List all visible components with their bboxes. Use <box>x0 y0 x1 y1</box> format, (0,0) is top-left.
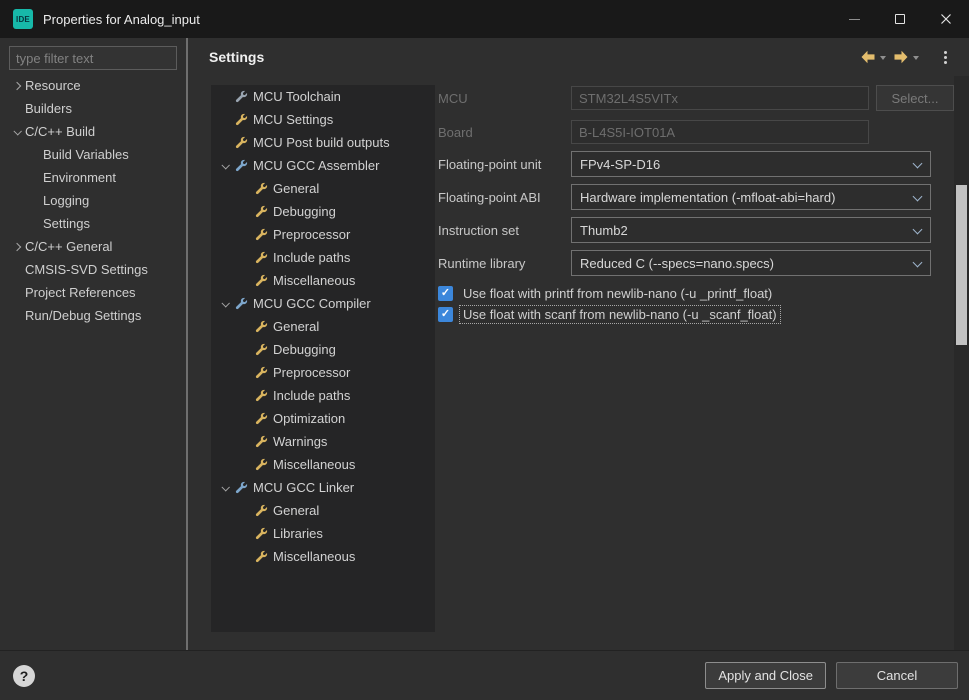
cancel-button[interactable]: Cancel <box>836 662 958 689</box>
dropdown-value: Thumb2 <box>580 223 628 238</box>
sidebar-tree-item[interactable]: C/C++ General <box>0 235 186 258</box>
expand-chevron-icon[interactable] <box>27 216 43 232</box>
filter-input[interactable] <box>9 46 177 70</box>
sidebar-item-label: Run/Debug Settings <box>25 308 141 323</box>
mcu-label: MCU <box>438 91 571 106</box>
expand-chevron-icon[interactable] <box>27 193 43 209</box>
title-bar: IDE Properties for Analog_input <box>0 0 969 38</box>
window-controls <box>831 0 969 38</box>
mcu-row: MCU Select... <box>438 85 954 111</box>
footer-bar: ? Apply and Close Cancel <box>0 650 969 700</box>
close-icon <box>940 13 952 25</box>
back-history-chevron-icon[interactable] <box>880 56 886 60</box>
dropdown-select[interactable]: Reduced C (--specs=nano.specs) <box>571 250 931 276</box>
board-label: Board <box>438 125 571 140</box>
form-row: Instruction set Thumb2 <box>438 217 931 243</box>
sidebar-item-label: Builders <box>25 101 72 116</box>
expand-chevron-icon[interactable] <box>9 285 25 301</box>
forward-history-chevron-icon[interactable] <box>913 56 919 60</box>
dropdown-select[interactable]: Thumb2 <box>571 217 931 243</box>
apply-and-close-button[interactable]: Apply and Close <box>705 662 826 689</box>
sidebar-tree-item[interactable]: Builders <box>0 97 186 120</box>
vertical-scrollbar[interactable] <box>954 76 969 650</box>
settings-page: Settings <box>188 38 969 650</box>
maximize-icon <box>895 14 905 24</box>
sidebar-tree-item[interactable]: C/C++ Build <box>0 120 186 143</box>
sidebar-item-label: Environment <box>43 170 116 185</box>
dropdown-select[interactable]: Hardware implementation (-mfloat-abi=har… <box>571 184 931 210</box>
sidebar-tree-item[interactable]: Environment <box>0 166 186 189</box>
expand-chevron-icon[interactable] <box>9 101 25 117</box>
checkbox-label: Use float with printf from newlib-nano (… <box>460 285 775 302</box>
sidebar-item-label: Resource <box>25 78 81 93</box>
form-row: Floating-point unit FPv4-SP-D16 <box>438 151 931 177</box>
dropdown-value: Hardware implementation (-mfloat-abi=har… <box>580 190 835 205</box>
expand-chevron-icon[interactable] <box>9 262 25 278</box>
checkbox[interactable] <box>438 307 453 322</box>
settings-header: Settings <box>188 38 969 76</box>
sidebar-item-label: Logging <box>43 193 89 208</box>
sidebar-item-label: Build Variables <box>43 147 129 162</box>
scrollbar-thumb[interactable] <box>956 185 967 345</box>
help-button[interactable]: ? <box>13 665 35 687</box>
sidebar-tree-item[interactable]: Build Variables <box>0 143 186 166</box>
settings-form: MCU Select... Board Floating-point unit <box>188 76 954 650</box>
settings-body: MCU Toolchain MCU Settings <box>188 76 969 650</box>
field-label: Floating-point unit <box>438 157 571 172</box>
expand-chevron-icon[interactable] <box>27 170 43 186</box>
field-label: Instruction set <box>438 223 571 238</box>
sidebar-tree-item[interactable]: Settings <box>0 212 186 235</box>
checkbox[interactable] <box>438 286 453 301</box>
checkbox-row: Use float with scanf from newlib-nano (-… <box>438 304 780 324</box>
board-row: Board <box>438 119 869 145</box>
dropdown-value: FPv4-SP-D16 <box>580 157 660 172</box>
board-field <box>571 120 869 144</box>
sidebar-item-label: Settings <box>43 216 90 231</box>
page-title: Settings <box>209 49 264 65</box>
expand-chevron-icon[interactable] <box>9 78 25 94</box>
forward-button[interactable] <box>891 47 911 67</box>
back-button[interactable] <box>858 47 878 67</box>
mcu-field <box>571 86 869 110</box>
dropdown-select[interactable]: FPv4-SP-D16 <box>571 151 931 177</box>
properties-category-tree: Resource Builders C/C++ Build Build Vari… <box>0 74 186 327</box>
sidebar-item-label: C/C++ Build <box>25 124 95 139</box>
form-row: Runtime library Reduced C (--specs=nano.… <box>438 250 931 276</box>
minimize-icon <box>849 19 860 20</box>
field-label: Runtime library <box>438 256 571 271</box>
sidebar-item-label: CMSIS-SVD Settings <box>25 262 148 277</box>
sidebar-tree-item[interactable]: Logging <box>0 189 186 212</box>
back-arrow-icon <box>860 50 876 64</box>
properties-sidebar: Resource Builders C/C++ Build Build Vari… <box>0 38 186 650</box>
maximize-button[interactable] <box>877 0 923 38</box>
sidebar-item-label: Project References <box>25 285 136 300</box>
field-label: Floating-point ABI <box>438 190 571 205</box>
view-menu-button[interactable] <box>938 47 953 68</box>
expand-chevron-icon[interactable] <box>9 239 25 255</box>
sidebar-tree-item[interactable]: Run/Debug Settings <box>0 304 186 327</box>
app-logo-icon: IDE <box>13 9 33 29</box>
footer-buttons: Apply and Close Cancel <box>705 662 958 689</box>
close-button[interactable] <box>923 0 969 38</box>
sidebar-tree-item[interactable]: Resource <box>0 74 186 97</box>
checkbox-label: Use float with scanf from newlib-nano (-… <box>460 306 780 323</box>
expand-chevron-icon[interactable] <box>27 147 43 163</box>
dropdown-value: Reduced C (--specs=nano.specs) <box>580 256 774 271</box>
expand-chevron-icon[interactable] <box>9 124 25 140</box>
expand-chevron-icon[interactable] <box>9 308 25 324</box>
properties-dialog: IDE Properties for Analog_input Resource <box>0 0 969 700</box>
sidebar-item-label: C/C++ General <box>25 239 112 254</box>
form-row: Floating-point ABI Hardware implementati… <box>438 184 931 210</box>
checkbox-row: Use float with printf from newlib-nano (… <box>438 283 775 303</box>
sidebar-tree-item[interactable]: Project References <box>0 281 186 304</box>
sidebar-tree-item[interactable]: CMSIS-SVD Settings <box>0 258 186 281</box>
main-region: Resource Builders C/C++ Build Build Vari… <box>0 38 969 650</box>
select-mcu-button: Select... <box>876 85 954 111</box>
window-title: Properties for Analog_input <box>43 12 200 27</box>
minimize-button[interactable] <box>831 0 877 38</box>
header-actions <box>858 47 959 68</box>
forward-arrow-icon <box>893 50 909 64</box>
